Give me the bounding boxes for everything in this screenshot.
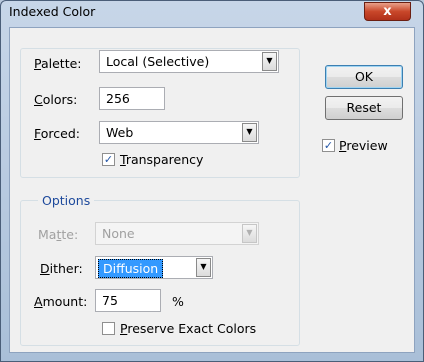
colors-value: 256 <box>106 91 130 106</box>
options-legend: Options <box>38 193 95 208</box>
matte-select: None ▼ <box>95 222 259 245</box>
transparency-checkbox[interactable]: ✓ <box>102 153 115 166</box>
transparency-label[interactable]: Transparency <box>120 152 203 167</box>
close-icon: x <box>383 4 392 19</box>
reset-button[interactable]: Reset <box>325 96 403 120</box>
palette-label: Palette: <box>34 56 82 71</box>
dither-select[interactable]: Diffusion ▼ <box>95 256 213 279</box>
close-button[interactable]: x <box>364 2 411 21</box>
forced-value: Web <box>106 125 134 140</box>
chevron-down-icon[interactable]: ▼ <box>262 52 277 71</box>
palette-select[interactable]: Local (Selective) ▼ <box>99 50 279 73</box>
chevron-down-icon: ▼ <box>242 224 257 243</box>
colors-input[interactable]: 256 <box>99 87 165 110</box>
matte-value: None <box>102 226 135 241</box>
amount-value: 75 <box>102 293 118 308</box>
window-title: Indexed Color <box>9 4 96 19</box>
amount-unit: % <box>172 294 184 309</box>
chevron-down-icon[interactable]: ▼ <box>196 258 211 277</box>
matte-label: Matte: <box>38 227 79 242</box>
amount-label: Amount: <box>34 294 88 309</box>
checkmark-icon: ✓ <box>323 139 334 152</box>
forced-label: Forced: <box>34 126 80 141</box>
preview-checkbox[interactable]: ✓ <box>322 139 335 152</box>
indexed-color-dialog: Indexed Color x Palette: Local (Selectiv… <box>0 0 424 362</box>
preview-label[interactable]: Preview <box>339 138 388 153</box>
title-bar: Indexed Color x <box>1 1 423 23</box>
dither-value: Diffusion <box>98 259 164 278</box>
colors-label: Colors: <box>34 92 78 107</box>
ok-button[interactable]: OK <box>325 65 403 89</box>
preserve-exact-colors-label[interactable]: Preserve Exact Colors <box>120 321 256 336</box>
dither-label: Dither: <box>40 261 83 276</box>
palette-value: Local (Selective) <box>106 54 210 69</box>
preserve-exact-colors-checkbox[interactable] <box>102 322 115 335</box>
dialog-body: Palette: Local (Selective) ▼ Colors: 256… <box>9 27 415 353</box>
amount-input[interactable]: 75 <box>95 289 161 312</box>
checkmark-icon: ✓ <box>103 153 114 166</box>
forced-select[interactable]: Web ▼ <box>99 121 259 144</box>
chevron-down-icon[interactable]: ▼ <box>242 123 257 142</box>
